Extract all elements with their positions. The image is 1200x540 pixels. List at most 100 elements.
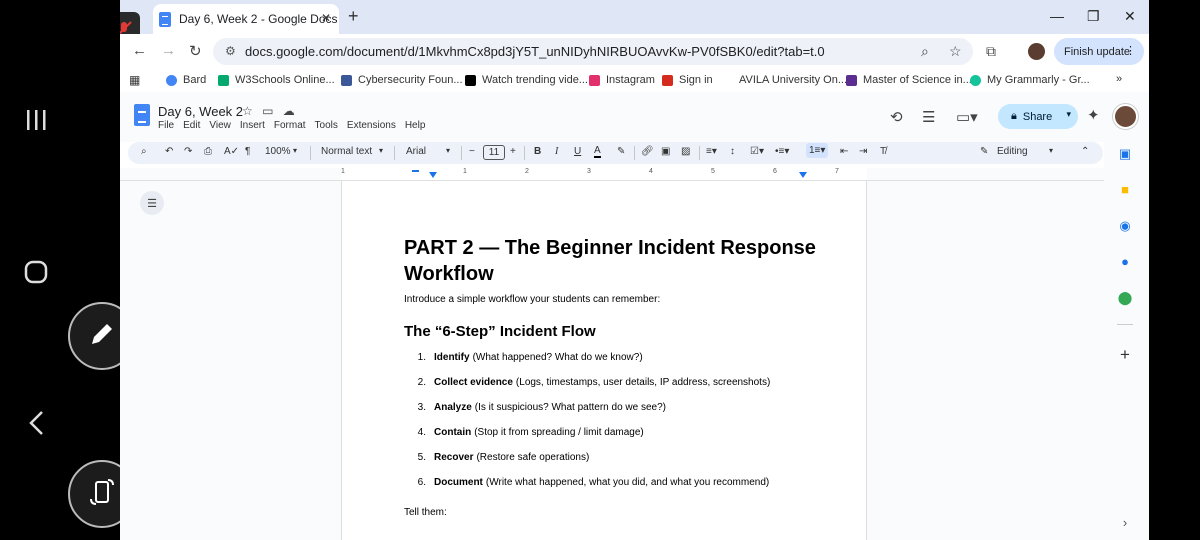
redo-icon[interactable]: ↷ — [184, 146, 192, 157]
finish-update-button[interactable]: Finish update ⋮ — [1054, 38, 1144, 65]
underline-icon[interactable]: U — [574, 146, 581, 157]
minimize-button[interactable]: — — [1050, 8, 1064, 24]
keep-icon[interactable]: ■ — [1117, 182, 1133, 198]
zoom-dropdown-icon[interactable]: ▾ — [293, 146, 297, 155]
menu-help[interactable]: Help — [405, 120, 426, 131]
bookmark-w3schools[interactable]: W3Schools Online... — [218, 74, 335, 86]
share-dropdown-icon[interactable]: ▾ — [1066, 109, 1071, 120]
cloud-status-icon[interactable]: ☁ — [283, 104, 295, 118]
undo-icon[interactable]: ↶ — [165, 146, 173, 157]
bookmarks-bar: ▦ Bard W3Schools Online... Cybersecurity… — [120, 68, 1149, 92]
collapse-toolbar-icon[interactable]: ⌃ — [1081, 146, 1089, 157]
bold-icon[interactable]: B — [534, 146, 541, 157]
spellcheck-icon[interactable]: A✓ — [224, 146, 239, 157]
move-folder-icon[interactable]: ▭ — [262, 104, 273, 118]
add-addon-icon[interactable]: + — [1117, 346, 1133, 363]
extensions-icon[interactable]: ⧉ — [986, 43, 996, 60]
checklist-icon[interactable]: ☑▾ — [750, 146, 764, 157]
comments-icon[interactable]: ☰ — [922, 108, 935, 126]
style-select[interactable]: Normal text — [321, 146, 372, 157]
menu-extensions[interactable]: Extensions — [347, 120, 396, 131]
docs-home-icon[interactable] — [134, 104, 150, 126]
editing-mode-icon[interactable]: ✎ — [980, 146, 988, 157]
tasks-icon[interactable]: ◉ — [1117, 218, 1133, 234]
back-arrow-icon[interactable]: ← — [132, 42, 147, 59]
paint-format-icon[interactable]: ¶ — [245, 146, 250, 157]
bookmark-tiktok[interactable]: Watch trending vide... — [465, 74, 588, 86]
contacts-icon[interactable]: ● — [1117, 254, 1133, 270]
menu-edit[interactable]: Edit — [183, 120, 200, 131]
text-color-icon[interactable]: A — [594, 146, 601, 158]
insert-link-icon[interactable]: 🔗︎ — [641, 146, 654, 157]
star-icon[interactable]: ☆ — [242, 104, 253, 118]
bookmark-master-science[interactable]: Master of Science in... — [846, 74, 972, 86]
bookmark-instagram[interactable]: Instagram — [589, 74, 655, 86]
bookmark-star-icon[interactable]: ☆ — [949, 43, 962, 60]
font-select[interactable]: Arial — [406, 146, 426, 157]
maps-icon[interactable]: ⬤ — [1117, 290, 1133, 306]
close-window-button[interactable]: ✕ — [1124, 8, 1136, 25]
zoom-select[interactable]: 100% — [265, 146, 291, 157]
tab-docs[interactable]: Day 6, Week 2 - Google Docs ✕ — [153, 4, 339, 34]
document-page[interactable]: PART 2 — The Beginner Incident Response … — [341, 181, 867, 540]
forward-arrow-icon[interactable]: → — [161, 42, 176, 59]
style-dropdown-icon[interactable]: ▾ — [379, 146, 383, 155]
left-indent-marker[interactable] — [429, 172, 437, 178]
bookmark-cybersecurity[interactable]: Cybersecurity Foun... — [341, 74, 463, 86]
search-menus-icon[interactable]: ⌕ — [141, 146, 147, 157]
account-avatar[interactable] — [1113, 104, 1138, 129]
menu-insert[interactable]: Insert — [240, 120, 265, 131]
pencil-icon — [88, 320, 116, 353]
clear-formatting-icon[interactable]: T̸ — [880, 146, 886, 157]
tab-close-icon[interactable]: ✕ — [321, 11, 331, 25]
share-button[interactable]: 🔒︎ Share ▾ — [998, 104, 1078, 129]
decrease-font-size-button[interactable]: − — [469, 146, 475, 157]
recent-apps-icon[interactable] — [25, 108, 47, 132]
reload-icon[interactable]: ↻ — [189, 42, 202, 60]
bookmark-bard[interactable]: Bard — [166, 74, 206, 86]
add-comment-icon[interactable]: ▣ — [661, 146, 670, 157]
meet-icon[interactable]: ▭▾ — [956, 108, 978, 126]
apps-grid-icon[interactable]: ▦ — [129, 73, 140, 87]
calendar-icon[interactable]: ▣ — [1117, 146, 1133, 162]
address-bar[interactable]: ⚙ docs.google.com/document/d/1MkvhmCx8pd… — [213, 38, 973, 65]
menu-view[interactable]: View — [209, 120, 231, 131]
back-icon[interactable] — [28, 410, 44, 441]
numbered-list-icon[interactable]: 1≡▾ — [806, 143, 829, 158]
editing-mode-select[interactable]: Editing — [997, 146, 1028, 157]
italic-icon[interactable]: I — [555, 146, 558, 157]
increase-font-size-button[interactable]: + — [510, 146, 516, 157]
print-icon[interactable]: ⎙ — [204, 146, 212, 157]
menu-format[interactable]: Format — [274, 120, 306, 131]
align-icon[interactable]: ≡▾ — [706, 146, 717, 157]
new-tab-button[interactable]: + — [348, 6, 359, 27]
decrease-indent-icon[interactable]: ⇤ — [840, 146, 848, 157]
menu-file[interactable]: File — [158, 120, 174, 131]
right-indent-marker[interactable] — [799, 172, 807, 178]
bulleted-list-icon[interactable]: •≡▾ — [775, 146, 789, 157]
restore-button[interactable]: ❐ — [1087, 8, 1100, 25]
line-spacing-icon[interactable]: ↕ — [730, 146, 735, 157]
font-size-input[interactable]: 11 — [483, 145, 505, 160]
zoom-icon[interactable]: ⌕ — [921, 43, 929, 60]
gemini-icon[interactable]: ✦ — [1087, 106, 1100, 124]
bookmark-grammarly[interactable]: My Grammarly - Gr... — [970, 74, 1090, 86]
more-bookmarks-icon[interactable]: » — [1116, 73, 1122, 85]
history-icon[interactable]: ⟲ — [890, 108, 903, 126]
menu-tools[interactable]: Tools — [315, 120, 338, 131]
first-line-indent-marker[interactable] — [412, 170, 419, 172]
document-title[interactable]: Day 6, Week 2 — [158, 104, 243, 119]
increase-indent-icon[interactable]: ⇥ — [859, 146, 867, 157]
profile-avatar[interactable] — [1028, 43, 1045, 60]
bookmark-sign-in[interactable]: Sign in — [662, 74, 713, 86]
step-description: (What happened? What do we know?) — [472, 352, 643, 363]
insert-image-icon[interactable]: ▨ — [681, 146, 690, 157]
document-outline-icon[interactable]: ☰ — [140, 191, 164, 215]
home-icon[interactable] — [24, 260, 48, 289]
mode-dropdown-icon[interactable]: ▾ — [1049, 146, 1053, 155]
site-info-icon[interactable]: ⚙ — [225, 44, 236, 58]
expand-panel-icon[interactable]: › — [1117, 515, 1133, 531]
bookmark-avila[interactable]: AVILA University On... — [739, 74, 847, 86]
highlight-icon[interactable]: ✎ — [617, 146, 625, 157]
font-dropdown-icon[interactable]: ▾ — [446, 146, 450, 155]
